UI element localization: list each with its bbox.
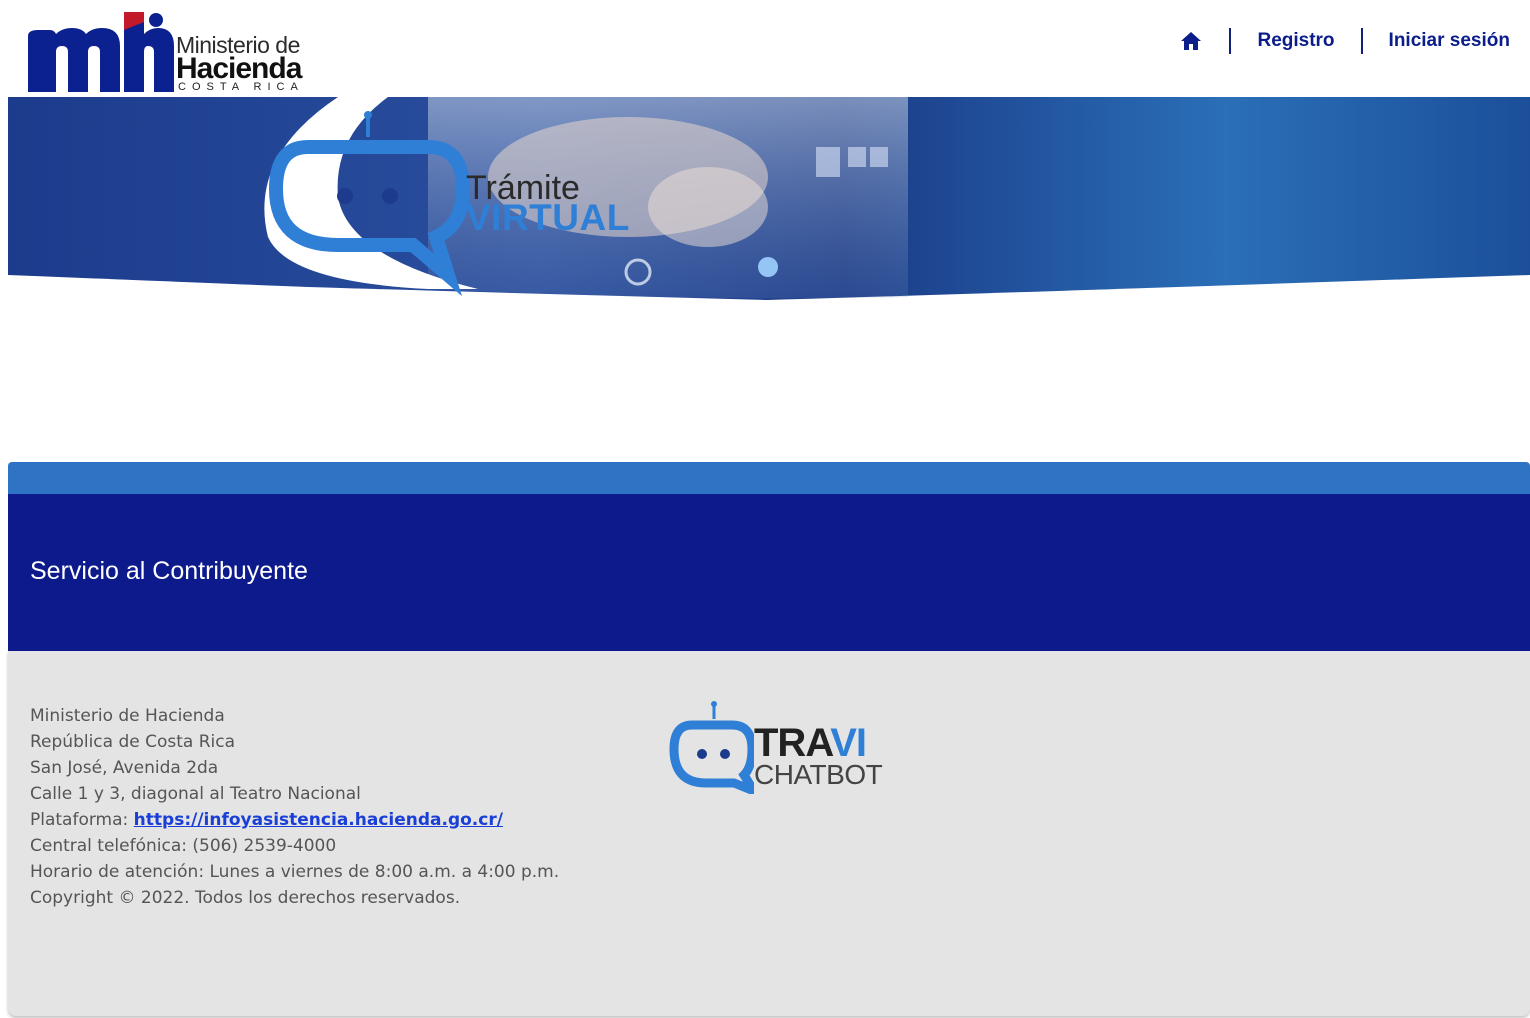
- registro-link[interactable]: Registro: [1257, 30, 1334, 52]
- travi-subtitle: CHATBOT: [754, 759, 883, 790]
- section-title: Servicio al Contribuyente: [30, 557, 308, 585]
- nav-divider: [1229, 28, 1232, 54]
- home-button[interactable]: [1179, 29, 1203, 53]
- footer-copyright: Copyright © 2022. Todos los derechos res…: [30, 888, 461, 908]
- footer-line: Calle 1 y 3, diagonal al Teatro Nacional: [30, 784, 361, 804]
- footer-line: Ministerio de Hacienda: [30, 706, 225, 726]
- footer-line: República de Costa Rica: [30, 732, 236, 752]
- top-nav: Registro Iniciar sesión: [1179, 26, 1510, 56]
- page-frame: Ministerio de Hacienda COSTA RICA Regist…: [8, 0, 1530, 1016]
- travi-chatbot-logo[interactable]: TRAVI CHATBOT: [662, 699, 902, 794]
- nav-divider: [1360, 28, 1363, 54]
- hero-banner: Trámite VIRTUAL: [8, 97, 1530, 302]
- section-band-top: [8, 462, 1530, 495]
- banner-graphic: [8, 97, 1530, 300]
- section-band: Servicio al Contribuyente: [8, 494, 1530, 651]
- hacienda-logo[interactable]: Ministerio de Hacienda COSTA RICA: [28, 12, 318, 94]
- chatbot-icon: [669, 701, 754, 794]
- footer-contact-info: Ministerio de Hacienda República de Cost…: [30, 703, 559, 911]
- footer-line: Horario de atención: Lunes a viernes de …: [30, 862, 560, 882]
- platform-link[interactable]: https://infoyasistencia.hacienda.go.cr/: [134, 810, 503, 830]
- footer-line: San José, Avenida 2da: [30, 758, 219, 778]
- logo-line-3: COSTA RICA: [178, 81, 304, 93]
- header: Ministerio de Hacienda COSTA RICA Regist…: [8, 0, 1530, 97]
- home-icon: [1181, 32, 1202, 50]
- footer-line: Central telefónica: (506) 2539-4000: [30, 836, 337, 856]
- banner-title-line-2: VIRTUAL: [466, 197, 630, 238]
- platform-label: Plataforma:: [30, 810, 134, 830]
- login-link[interactable]: Iniciar sesión: [1389, 30, 1510, 52]
- footer-line-platform: Plataforma: https://infoyasistencia.haci…: [30, 807, 559, 833]
- mh-logo-icon: [28, 12, 174, 92]
- footer: Ministerio de Hacienda República de Cost…: [8, 651, 1530, 1016]
